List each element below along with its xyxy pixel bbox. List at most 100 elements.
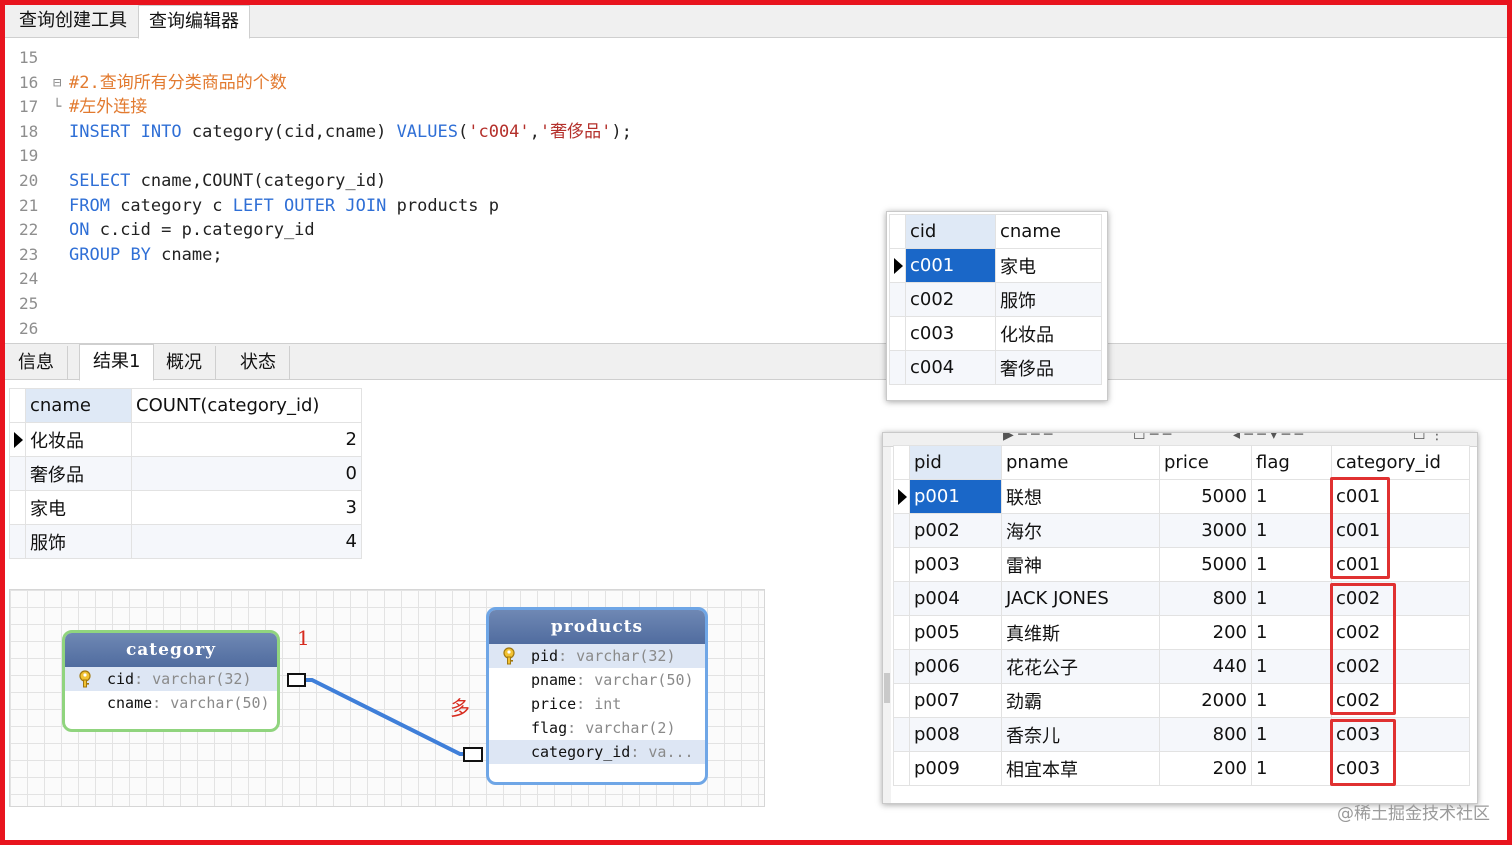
result-row[interactable]: 奢侈品 0 bbox=[9, 456, 362, 491]
tab-query-builder[interactable]: 查询创建工具 bbox=[9, 5, 137, 38]
grid-cell[interactable]: JACK JONES bbox=[1001, 581, 1160, 616]
grid-cell[interactable]: 家电 bbox=[995, 248, 1102, 283]
column-header-price[interactable]: price bbox=[1159, 445, 1252, 480]
scrollbar-thumb[interactable] bbox=[884, 673, 890, 703]
grid-cell[interactable]: 真维斯 bbox=[1001, 615, 1160, 650]
grid-cell[interactable]: 200 bbox=[1159, 751, 1252, 786]
row-indicator[interactable] bbox=[889, 248, 906, 283]
relation-endpoint-category[interactable] bbox=[287, 673, 306, 687]
row-indicator[interactable] bbox=[893, 547, 910, 582]
code-line[interactable]: 19 bbox=[5, 144, 905, 168]
grid-cell[interactable]: 3 bbox=[131, 490, 362, 525]
grid-cell[interactable]: 化妆品 bbox=[25, 422, 132, 457]
grid-cell[interactable]: 海尔 bbox=[1001, 513, 1160, 548]
row-indicator[interactable] bbox=[893, 751, 910, 786]
grid-cell[interactable]: 雷神 bbox=[1001, 547, 1160, 582]
tab-result1[interactable]: 结果1 bbox=[79, 344, 155, 381]
grid-cell[interactable]: p003 bbox=[909, 547, 1002, 582]
category-row[interactable]: c001 家电 bbox=[889, 248, 1102, 283]
row-indicator[interactable] bbox=[9, 456, 26, 491]
entity-field[interactable]: price: int bbox=[489, 692, 705, 716]
grid-cell[interactable]: 奢侈品 bbox=[25, 456, 132, 491]
row-indicator[interactable] bbox=[889, 350, 906, 385]
entity-field[interactable]: category_id: va... bbox=[489, 740, 705, 764]
grid-cell[interactable]: 劲霸 bbox=[1001, 683, 1160, 718]
grid-cell[interactable]: 3000 bbox=[1159, 513, 1252, 548]
grid-cell[interactable]: p009 bbox=[909, 751, 1002, 786]
result-row[interactable]: 化妆品 2 bbox=[9, 422, 362, 457]
row-indicator[interactable] bbox=[889, 316, 906, 351]
grid-cell[interactable]: 2 bbox=[131, 422, 362, 457]
grid-cell[interactable]: p007 bbox=[909, 683, 1002, 718]
column-header-category-id[interactable]: category_id bbox=[1331, 445, 1470, 480]
grid-cell[interactable]: 0 bbox=[131, 456, 362, 491]
grid-cell[interactable]: 2000 bbox=[1159, 683, 1252, 718]
grid-cell[interactable]: 800 bbox=[1159, 717, 1252, 752]
category-row[interactable]: c002 服饰 bbox=[889, 282, 1102, 317]
grid-cell[interactable]: 1 bbox=[1251, 649, 1332, 684]
grid-cell[interactable]: p006 bbox=[909, 649, 1002, 684]
category-row[interactable]: c003 化妆品 bbox=[889, 316, 1102, 351]
code-line[interactable]: 17 └ #左外连接 bbox=[5, 95, 905, 119]
products-scrollbar[interactable] bbox=[883, 447, 891, 803]
grid-cell[interactable]: 联想 bbox=[1001, 479, 1160, 514]
grid-cell[interactable]: 家电 bbox=[25, 490, 132, 525]
grid-cell[interactable]: 5000 bbox=[1159, 479, 1252, 514]
tab-info[interactable]: 信息 bbox=[5, 346, 68, 379]
code-line[interactable]: 20 SELECT cname,COUNT(category_id) bbox=[5, 169, 905, 193]
fold-marker-icon[interactable]: └ bbox=[53, 95, 61, 119]
column-header-count[interactable]: COUNT(category_id) bbox=[131, 388, 362, 423]
grid-cell[interactable]: 1 bbox=[1251, 513, 1332, 548]
grid-cell[interactable]: p008 bbox=[909, 717, 1002, 752]
row-indicator[interactable] bbox=[893, 649, 910, 684]
tab-profile[interactable]: 概况 bbox=[153, 346, 216, 379]
row-indicator[interactable] bbox=[893, 513, 910, 548]
grid-cell[interactable]: 800 bbox=[1159, 581, 1252, 616]
grid-cell[interactable]: 香奈儿 bbox=[1001, 717, 1160, 752]
result-grid[interactable]: cname COUNT(category_id) 化妆品 2 奢侈品 0 家电 3 服饰 4 bbox=[9, 388, 362, 559]
row-indicator[interactable] bbox=[893, 717, 910, 752]
row-indicator[interactable] bbox=[9, 422, 26, 457]
grid-cell[interactable]: 440 bbox=[1159, 649, 1252, 684]
grid-cell[interactable]: 5000 bbox=[1159, 547, 1252, 582]
category-row[interactable]: c004 奢侈品 bbox=[889, 350, 1102, 385]
column-header-pid[interactable]: pid bbox=[909, 445, 1002, 480]
grid-cell[interactable]: 1 bbox=[1251, 547, 1332, 582]
grid-cell[interactable]: 相宜本草 bbox=[1001, 751, 1160, 786]
column-header-cname[interactable]: cname bbox=[995, 214, 1102, 249]
grid-cell[interactable]: 1 bbox=[1251, 479, 1332, 514]
grid-cell[interactable]: 服饰 bbox=[25, 524, 132, 559]
row-indicator[interactable] bbox=[889, 282, 906, 317]
code-line[interactable]: 25 bbox=[5, 292, 905, 316]
grid-cell[interactable]: 奢侈品 bbox=[995, 350, 1102, 385]
code-line[interactable]: 15 bbox=[5, 46, 905, 70]
toolbar-run-icon[interactable]: ▶ ─ ─ ─ bbox=[1003, 433, 1052, 443]
column-header-cid[interactable]: cid bbox=[905, 214, 996, 249]
toolbar-filter-icon[interactable]: ☐ ─ ─ bbox=[1133, 433, 1171, 443]
column-header-cname[interactable]: cname bbox=[25, 388, 132, 423]
grid-cell[interactable]: c004 bbox=[905, 350, 996, 385]
grid-cell[interactable]: p004 bbox=[909, 581, 1002, 616]
toolbar-sort-icon[interactable]: ◂ ─ ─ ▾ ─ ─ bbox=[1233, 433, 1303, 443]
grid-cell[interactable]: p005 bbox=[909, 615, 1002, 650]
code-line[interactable]: 22 ON c.cid = p.category_id bbox=[5, 218, 905, 242]
code-line[interactable]: 24 bbox=[5, 267, 905, 291]
grid-cell[interactable]: 1 bbox=[1251, 683, 1332, 718]
row-indicator[interactable] bbox=[893, 683, 910, 718]
code-line[interactable]: 16 ⊟ #2.查询所有分类商品的个数 bbox=[5, 71, 905, 95]
grid-cell[interactable]: p001 bbox=[909, 479, 1002, 514]
grid-cell[interactable]: p002 bbox=[909, 513, 1002, 548]
grid-cell[interactable]: 1 bbox=[1251, 581, 1332, 616]
column-header-pname[interactable]: pname bbox=[1001, 445, 1160, 480]
grid-cell[interactable]: c001 bbox=[905, 248, 996, 283]
code-line[interactable]: 23 GROUP BY cname; bbox=[5, 243, 905, 267]
code-line[interactable]: 21 FROM category c LEFT OUTER JOIN produc… bbox=[5, 194, 905, 218]
entity-category[interactable]: category cid: varchar(32) cname: varchar(… bbox=[62, 630, 280, 732]
sql-editor[interactable]: 15 16 ⊟ #2.查询所有分类商品的个数 17 └ #左外连接 18 INSERT INTO… bbox=[5, 39, 1507, 341]
entity-field[interactable]: flag: varchar(2) bbox=[489, 716, 705, 740]
result-row[interactable]: 家电 3 bbox=[9, 490, 362, 525]
category-grid[interactable]: cid cname c001 家电 c002 服饰 c003 化妆品 c004 奢侈品 bbox=[889, 214, 1102, 385]
column-header-flag[interactable]: flag bbox=[1251, 445, 1332, 480]
grid-cell[interactable]: c002 bbox=[905, 282, 996, 317]
grid-cell[interactable]: 4 bbox=[131, 524, 362, 559]
